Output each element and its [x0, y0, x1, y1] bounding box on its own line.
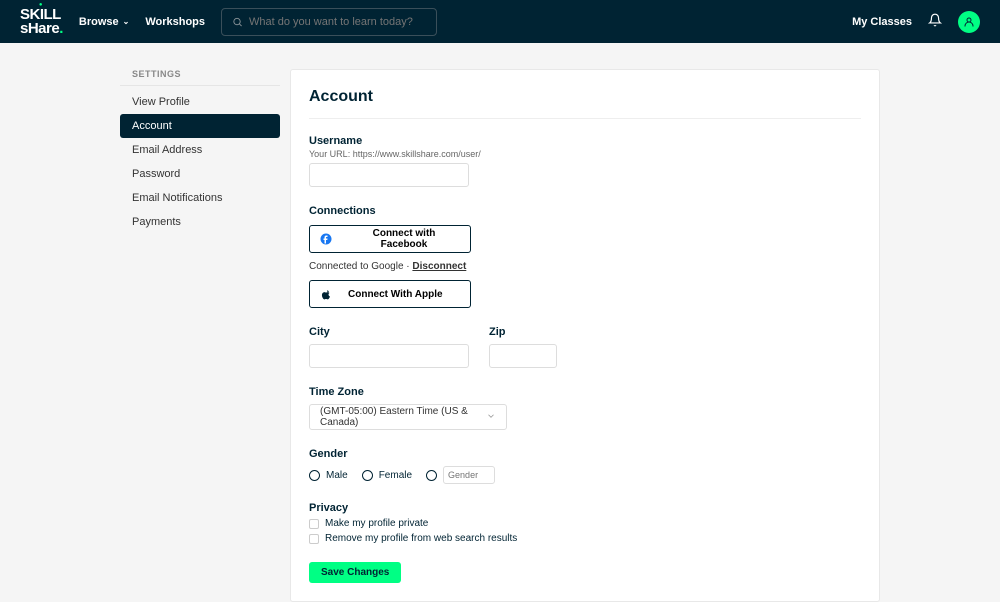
sidebar-item-password[interactable]: Password — [120, 162, 280, 186]
radio-icon — [362, 470, 373, 481]
workshops-link[interactable]: Workshops — [145, 16, 205, 28]
save-changes-button[interactable]: Save Changes — [309, 562, 401, 583]
avatar[interactable] — [958, 11, 980, 33]
settings-sidebar: SETTINGS View Profile Account Email Addr… — [120, 69, 280, 602]
gender-label: Gender — [309, 448, 861, 460]
city-label: City — [309, 326, 469, 338]
facebook-icon — [320, 233, 332, 245]
sidebar-item-payments[interactable]: Payments — [120, 210, 280, 234]
disconnect-google-link[interactable]: Disconnect — [412, 261, 466, 272]
sidebar-title: SETTINGS — [120, 69, 280, 86]
connect-apple-label: Connect With Apple — [348, 289, 443, 300]
sidebar-item-view-profile[interactable]: View Profile — [120, 90, 280, 114]
privacy-search-label: Remove my profile from web search result… — [325, 533, 517, 544]
browse-link[interactable]: Browse ⌄ — [79, 16, 129, 28]
timezone-value: (GMT-05:00) Eastern Time (US & Canada) — [320, 406, 486, 428]
gender-male-radio[interactable]: Male — [309, 470, 348, 481]
logo[interactable]: SK●ILL sHare. — [20, 8, 63, 35]
gender-female-label: Female — [379, 470, 412, 481]
privacy-search-checkbox[interactable]: Remove my profile from web search result… — [309, 533, 861, 544]
username-label: Username — [309, 135, 861, 147]
connections-label: Connections — [309, 205, 861, 217]
connect-apple-button[interactable]: Connect With Apple — [309, 280, 471, 308]
navbar: SK●ILL sHare. Browse ⌄ Workshops My Clas… — [0, 0, 1000, 43]
url-hint: Your URL: https://www.skillshare.com/use… — [309, 149, 861, 159]
privacy-private-checkbox[interactable]: Make my profile private — [309, 518, 861, 529]
timezone-label: Time Zone — [309, 386, 861, 398]
privacy-private-label: Make my profile private — [325, 518, 428, 529]
sidebar-item-account[interactable]: Account — [120, 114, 280, 138]
gender-other-input[interactable] — [443, 466, 495, 484]
gender-female-radio[interactable]: Female — [362, 470, 412, 481]
sidebar-item-email-notifications[interactable]: Email Notifications — [120, 186, 280, 210]
page-title: Account — [309, 88, 861, 119]
search-input[interactable] — [249, 16, 426, 28]
gender-male-label: Male — [326, 470, 348, 481]
sidebar-item-email-address[interactable]: Email Address — [120, 138, 280, 162]
timezone-select[interactable]: (GMT-05:00) Eastern Time (US & Canada) — [309, 404, 507, 430]
search-box[interactable] — [221, 8, 437, 36]
radio-icon — [309, 470, 320, 481]
chevron-down-icon — [486, 411, 496, 424]
connect-facebook-button[interactable]: Connect with Facebook — [309, 225, 471, 253]
chevron-down-icon: ⌄ — [123, 17, 130, 26]
username-input[interactable] — [309, 163, 469, 187]
search-icon — [232, 16, 243, 28]
bell-icon[interactable] — [928, 13, 942, 30]
google-status: Connected to Google · Disconnect — [309, 261, 861, 272]
checkbox-icon — [309, 519, 319, 529]
connect-facebook-label: Connect with Facebook — [348, 228, 460, 250]
zip-input[interactable] — [489, 344, 557, 368]
account-panel: Account Username Your URL: https://www.s… — [290, 69, 880, 602]
browse-label: Browse — [79, 16, 119, 28]
radio-icon — [426, 470, 437, 481]
city-input[interactable] — [309, 344, 469, 368]
gender-other-radio[interactable] — [426, 466, 495, 484]
checkbox-icon — [309, 534, 319, 544]
zip-label: Zip — [489, 326, 557, 338]
privacy-label: Privacy — [309, 502, 861, 514]
apple-icon — [320, 288, 332, 300]
my-classes-link[interactable]: My Classes — [852, 16, 912, 28]
